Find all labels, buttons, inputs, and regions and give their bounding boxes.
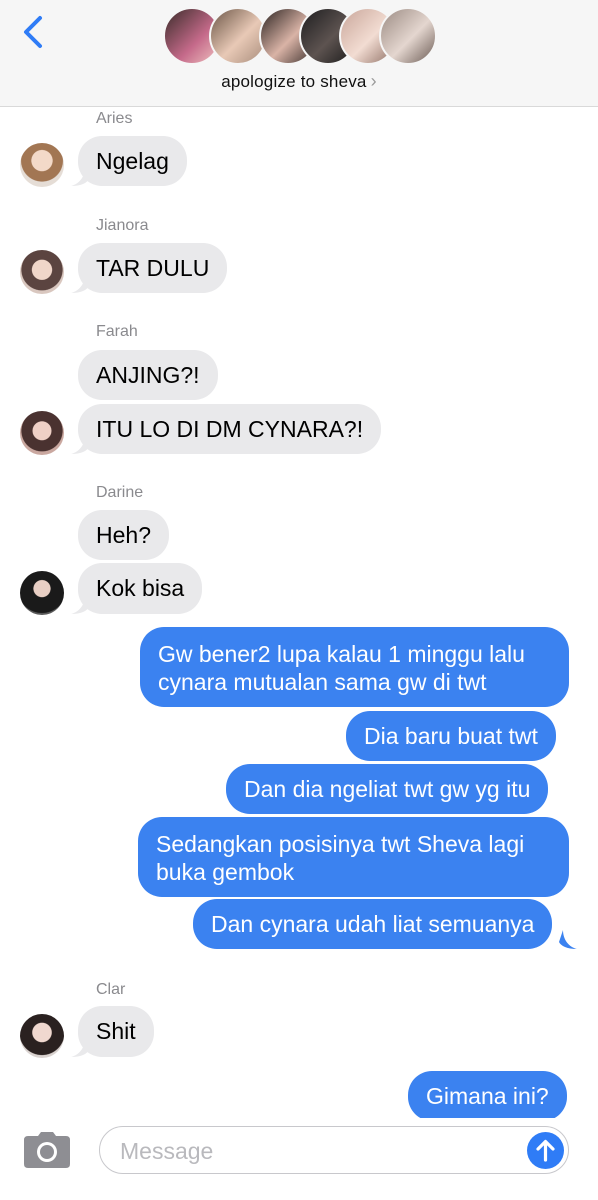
message-bubble[interactable]: Ngelag	[78, 136, 187, 186]
avatar[interactable]	[20, 571, 64, 615]
sent-message-bubble[interactable]: Sedangkan posisinya twt Sheva lagi buka …	[138, 817, 569, 897]
message-bubble[interactable]: Shit	[78, 1006, 154, 1057]
message-line: buka gembok	[156, 859, 295, 885]
group-name-button[interactable]: apologize to sheva ›	[0, 71, 598, 92]
conversation-header: apologize to sheva ›	[0, 0, 598, 107]
message-field[interactable]	[99, 1126, 569, 1174]
message-line: Gw bener2 lupa kalau 1 minggu lalu	[158, 641, 525, 667]
avatar[interactable]	[20, 250, 64, 294]
avatar[interactable]	[20, 143, 64, 187]
message-line: Dia baru buat twt	[364, 723, 538, 749]
message-line: Sedangkan posisinya twt Sheva lagi	[156, 831, 525, 857]
message-bubble[interactable]: TAR DULU	[78, 243, 228, 293]
sent-message-bubble[interactable]: Dan cynara udah liat semuanya	[193, 899, 553, 949]
avatar[interactable]	[20, 411, 64, 455]
message-bubble[interactable]: Kok bisa	[78, 563, 203, 614]
back-button[interactable]	[20, 14, 50, 50]
sender-name: Farah	[96, 323, 138, 340]
sent-message-bubble[interactable]: Dan dia ngeliat twt gw yg itu	[226, 764, 549, 814]
message-bubble[interactable]: ANJING?!	[78, 350, 218, 400]
chevron-left-icon	[24, 16, 42, 48]
chevron-right-icon: ›	[370, 71, 377, 91]
sent-message-bubble[interactable]: Dia baru buat twt	[346, 711, 556, 761]
group-name: apologize to sheva	[221, 72, 367, 91]
message-line: Gimana ini?	[426, 1083, 549, 1109]
group-avatars[interactable]	[163, 7, 443, 67]
sender-name: Jianora	[96, 217, 149, 234]
avatar[interactable]	[20, 1014, 64, 1058]
sender-name: Clar	[96, 981, 126, 998]
message-input[interactable]	[118, 1135, 512, 1167]
group-avatar	[379, 7, 437, 65]
message-bubble[interactable]: ITU LO DI DM CYNARA?!	[78, 404, 382, 454]
message-line: cynara mutualan sama gw di twt	[158, 669, 487, 695]
send-button[interactable]	[527, 1132, 564, 1169]
sender-name: Darine	[96, 484, 144, 501]
camera-button[interactable]	[24, 1132, 70, 1168]
message-line: Dan cynara udah liat semuanya	[211, 911, 535, 937]
camera-icon	[24, 1132, 70, 1168]
sender-name: Aries	[96, 110, 133, 127]
bubble-tail	[559, 930, 577, 949]
sent-message-bubble[interactable]: Gimana ini?	[408, 1071, 567, 1121]
message-bubble[interactable]: Heh?	[78, 510, 169, 560]
arrow-up-icon	[536, 1139, 555, 1162]
message-line: Dan dia ngeliat twt gw yg itu	[244, 776, 531, 802]
sent-message-bubble[interactable]: Gw bener2 lupa kalau 1 minggu lalu cynar…	[140, 627, 569, 707]
